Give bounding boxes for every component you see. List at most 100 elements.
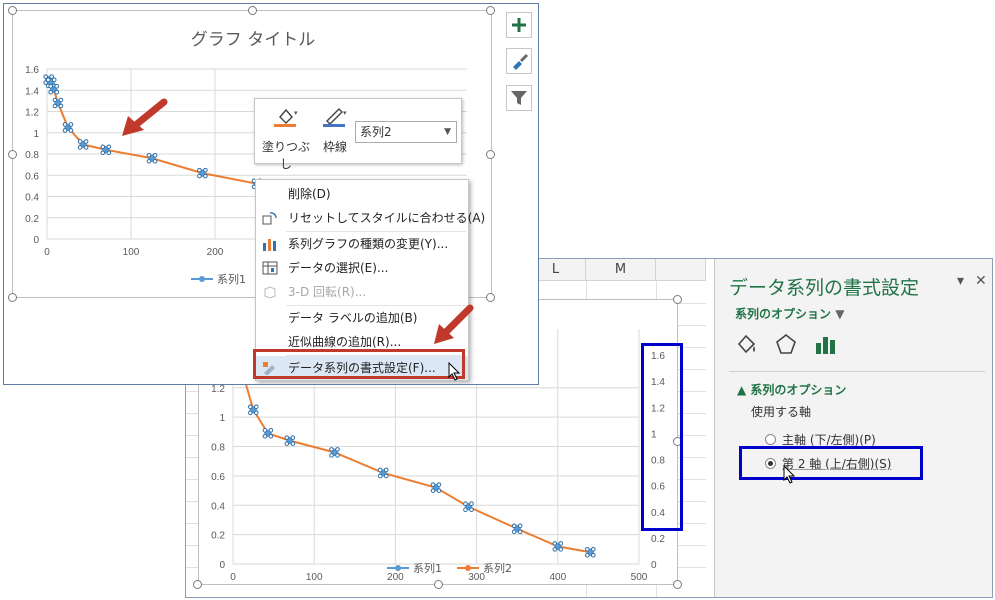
selection-handle (590, 552, 596, 558)
red-arrow-annotation (122, 98, 168, 136)
selection-handle (52, 97, 58, 103)
legend-marker (199, 276, 205, 282)
panel-dropdown-icon[interactable]: ▾ (957, 273, 964, 289)
select-data-icon (262, 261, 278, 275)
mini-toolbar: ▾ 塗りつぶし ▾ 枠線 系列2 ▼ (254, 98, 462, 171)
chevron-down-icon: ▼ (444, 127, 451, 137)
series-select-value: 系列2 (360, 125, 392, 139)
resize-handle[interactable] (673, 580, 682, 589)
y-tick-label: 1 (33, 129, 39, 140)
selection-handle (54, 83, 60, 89)
selection-handle (77, 139, 83, 144)
panel-title: データ系列の書式設定 (729, 277, 920, 299)
selection-handle (590, 546, 596, 552)
resize-handle[interactable] (486, 150, 495, 159)
y-tick-label: 1.2 (211, 384, 225, 395)
fill-bucket-icon: ▾ (274, 108, 298, 127)
resize-handle[interactable] (193, 580, 202, 589)
resize-handle[interactable] (486, 293, 495, 302)
selection-handle (517, 529, 523, 535)
selection-handle (203, 167, 208, 173)
resize-handle[interactable] (434, 580, 443, 589)
selection-handle (77, 145, 83, 150)
fill-bucket-icon[interactable] (733, 331, 759, 357)
chart-elements-button[interactable] (506, 12, 532, 38)
svg-text:▾: ▾ (294, 109, 298, 117)
selection-handle (463, 501, 468, 507)
secondary-radio-highlight (739, 446, 923, 480)
selection-handle (335, 447, 340, 452)
selection-handle (552, 547, 558, 552)
selection-handle (558, 547, 564, 552)
resize-handle[interactable] (8, 6, 17, 15)
selection-handle (383, 467, 389, 473)
selection-handle (68, 122, 74, 127)
menu-item-delete[interactable]: 削除(D) (256, 182, 468, 206)
close-icon[interactable]: ✕ (975, 273, 987, 289)
mouse-cursor-icon (783, 465, 796, 484)
x-tick-label: 100 (306, 572, 323, 583)
column-header-m[interactable]: M (586, 259, 656, 281)
selection-handle (203, 173, 208, 179)
selection-handle (100, 150, 106, 156)
chart-filters-button[interactable] (506, 85, 532, 111)
selection-handle (262, 433, 268, 439)
resize-handle[interactable] (8, 150, 17, 159)
selection-handle (511, 523, 517, 529)
series-options-bar-icon[interactable] (813, 331, 839, 357)
series-select[interactable]: 系列2 ▼ (355, 121, 457, 143)
selection-handle (584, 552, 590, 558)
fill-label: 塗りつぶし (261, 140, 311, 171)
selection-handle (463, 507, 468, 513)
y-tick-label: 0.4 (25, 193, 39, 204)
series-options-dropdown[interactable]: 系列のオプション ▼ (735, 305, 844, 322)
selection-handle (584, 546, 590, 552)
y-tick-label: 0.2 (25, 214, 39, 225)
selection-handle (197, 167, 202, 173)
axis-label: 使用する軸 (751, 405, 812, 419)
selection-handle (83, 145, 89, 150)
legend-label: 系列2 (483, 561, 512, 575)
y-tick-label: 1.2 (25, 108, 39, 119)
y-tick-label: 0.8 (25, 150, 39, 161)
resize-handle[interactable] (486, 6, 495, 15)
format-data-series-panel: データ系列の書式設定 ▾ ✕ 系列のオプション ▼ ▲ 系列のオプション 使用す… (714, 259, 992, 597)
radio-button[interactable] (765, 434, 776, 445)
resize-handle[interactable] (248, 6, 257, 15)
plus-icon (512, 18, 526, 32)
svg-text:▾: ▾ (343, 109, 347, 117)
selection-handle (58, 103, 64, 109)
x-tick-label: 0 (44, 247, 50, 258)
selection-handle (335, 453, 340, 458)
column-header-blank[interactable] (656, 259, 706, 281)
selection-handle (558, 541, 564, 546)
selection-handle (254, 410, 259, 416)
selection-handle (146, 152, 152, 158)
menu-item-select-data[interactable]: データの選択(E)... (256, 256, 468, 280)
menu-item-label: データの選択(E)... (288, 261, 389, 275)
reset-style-icon (262, 212, 277, 225)
selection-handle (436, 482, 442, 487)
section-header[interactable]: ▲ 系列のオプション (737, 381, 846, 398)
resize-handle[interactable] (673, 295, 682, 304)
selection-handle (48, 89, 54, 95)
selection-handle (430, 488, 436, 493)
x-tick-label: 200 (387, 572, 404, 583)
format-series-highlight (253, 349, 465, 379)
menu-item-reset-style[interactable]: リセットしてスタイルに合わせる(A) (256, 206, 485, 230)
y-tick-label: 1.4 (25, 86, 39, 97)
selection-handle (262, 427, 268, 433)
menu-item-change-chart-type[interactable]: 系列グラフの種類の変更(Y)... (256, 232, 468, 256)
resize-handle[interactable] (8, 293, 17, 302)
legend-label: 系列1 (413, 561, 442, 575)
fill-button[interactable]: ▾ 塗りつぶし (261, 105, 311, 172)
y-tick-label: 0.2 (211, 531, 225, 542)
divider (729, 371, 985, 372)
outline-button[interactable]: ▾ 枠線 (317, 105, 353, 155)
selection-handle (248, 404, 253, 410)
x-tick-label: 200 (207, 247, 224, 258)
selection-handle (377, 467, 383, 473)
pentagon-effects-icon[interactable] (773, 331, 799, 357)
menu-item-label: 削除(D) (288, 187, 331, 201)
chart-styles-button[interactable] (506, 48, 532, 74)
